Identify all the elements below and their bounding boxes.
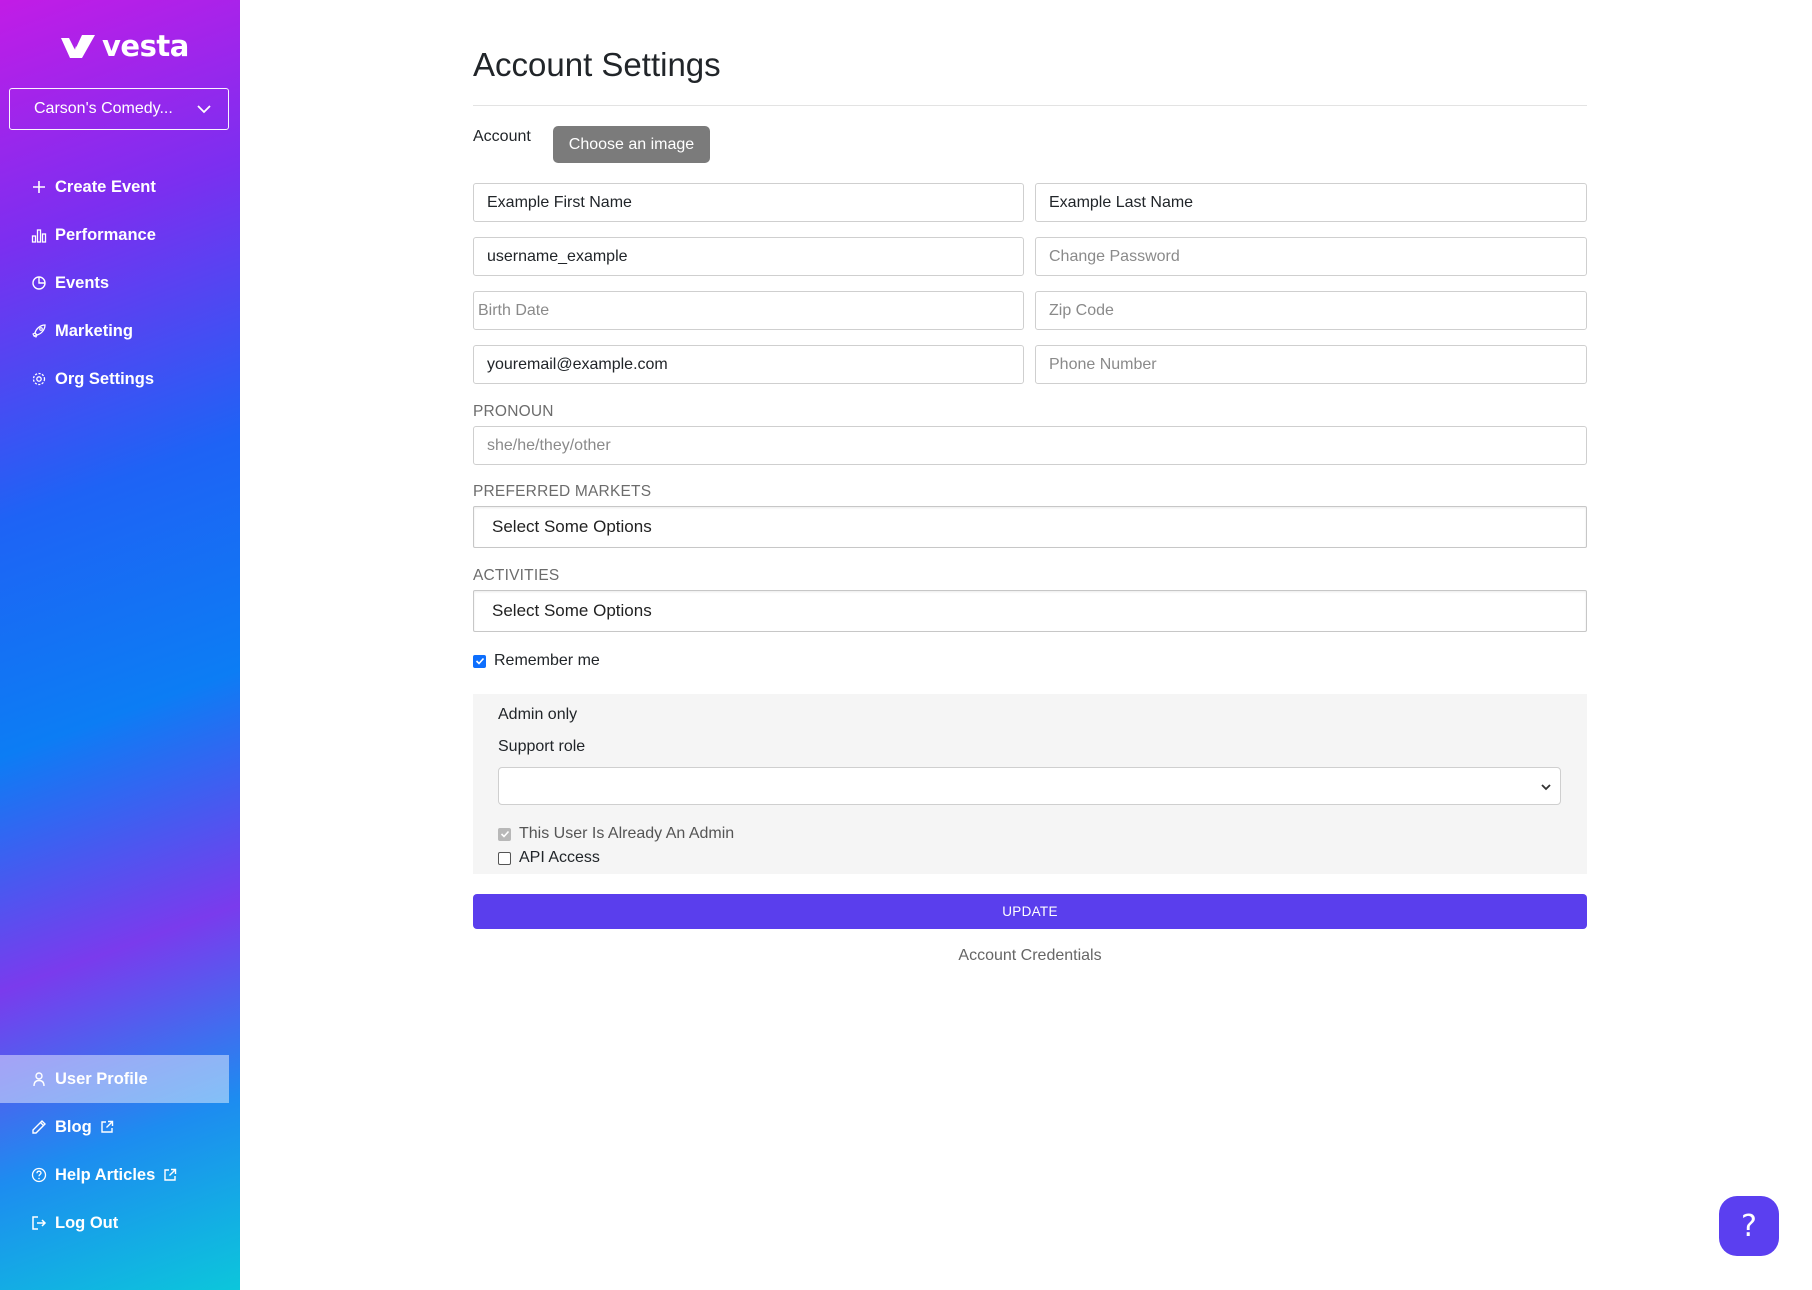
logout-icon bbox=[31, 1215, 47, 1231]
api-access-label: API Access bbox=[519, 849, 600, 866]
org-selector-label: Carson's Comedy... bbox=[34, 100, 173, 117]
sidebar-item-events[interactable]: Events bbox=[0, 259, 240, 307]
page-title: Account Settings bbox=[473, 46, 721, 83]
checkbox-checked-icon bbox=[498, 827, 511, 841]
sidebar-item-label: Create Event bbox=[55, 177, 156, 196]
external-link-icon bbox=[163, 1168, 177, 1182]
chevron-down-icon bbox=[197, 105, 211, 114]
sidebar-item-label: Org Settings bbox=[55, 369, 155, 388]
sidebar-item-label: Events bbox=[55, 273, 110, 292]
sidebar-bottom-nav: User Profile Blog Help Articles Log Out bbox=[0, 1055, 240, 1247]
help-chat-button[interactable]: ? bbox=[1719, 1196, 1779, 1256]
sidebar-item-label: Performance bbox=[55, 225, 156, 244]
activities-select[interactable]: Select Some Options bbox=[473, 590, 1587, 632]
sidebar-item-log-out[interactable]: Log Out bbox=[0, 1199, 240, 1247]
account-label: Account bbox=[473, 128, 531, 145]
sidebar-item-help-articles[interactable]: Help Articles bbox=[0, 1151, 240, 1199]
sidebar-item-label: Help Articles bbox=[55, 1165, 156, 1184]
pronoun-label: PRONOUN bbox=[473, 403, 554, 420]
sidebar-top-nav: Create Event Performance Events Marketin… bbox=[0, 163, 240, 403]
sidebar-item-label: User Profile bbox=[55, 1069, 148, 1088]
update-button[interactable]: UPDATE bbox=[473, 894, 1587, 929]
preferred-markets-label: PREFERRED MARKETS bbox=[473, 483, 652, 500]
remember-me-checkbox[interactable]: Remember me bbox=[473, 652, 600, 670]
support-role-select[interactable] bbox=[498, 767, 1561, 805]
email-field[interactable]: youremail@example.com bbox=[473, 345, 1024, 384]
pronoun-field[interactable]: she/he/they/other bbox=[473, 426, 1587, 465]
preferred-markets-select[interactable]: Select Some Options bbox=[473, 506, 1587, 548]
sidebar-item-label: Log Out bbox=[55, 1213, 119, 1232]
first-name-field[interactable]: Example First Name bbox=[473, 183, 1024, 222]
plus-icon bbox=[31, 179, 47, 195]
sidebar-item-user-profile[interactable]: User Profile bbox=[0, 1055, 229, 1103]
username-field[interactable]: username_example bbox=[473, 237, 1024, 276]
org-selector[interactable]: Carson's Comedy... bbox=[9, 88, 229, 130]
sidebar-item-create-event[interactable]: Create Event bbox=[0, 163, 240, 211]
checkbox-unchecked-icon bbox=[498, 851, 511, 865]
checkbox-checked-icon bbox=[473, 654, 486, 668]
logo-text: vesta bbox=[102, 29, 189, 63]
sidebar-item-label: Marketing bbox=[55, 321, 133, 340]
title-divider bbox=[473, 105, 1587, 106]
choose-image-button[interactable]: Choose an image bbox=[553, 126, 710, 163]
admin-only-title: Admin only bbox=[498, 706, 578, 723]
password-field[interactable]: Change Password bbox=[1035, 237, 1587, 276]
already-admin-label: This User Is Already An Admin bbox=[519, 825, 735, 842]
logo[interactable]: vesta bbox=[60, 26, 189, 66]
activities-label: ACTIVITIES bbox=[473, 567, 560, 584]
support-role-label: Support role bbox=[498, 738, 586, 755]
user-icon bbox=[31, 1071, 47, 1087]
already-admin-checkbox: This User Is Already An Admin bbox=[498, 825, 734, 843]
pen-icon bbox=[31, 1119, 47, 1135]
sidebar-item-org-settings[interactable]: Org Settings bbox=[0, 355, 240, 403]
remember-me-label: Remember me bbox=[494, 652, 600, 669]
chevron-down-icon bbox=[1541, 784, 1551, 791]
question-mark-icon: ? bbox=[1741, 1208, 1757, 1244]
last-name-field[interactable]: Example Last Name bbox=[1035, 183, 1587, 222]
rocket-icon bbox=[31, 323, 47, 339]
api-access-checkbox[interactable]: API Access bbox=[498, 849, 600, 867]
account-credentials-link[interactable]: Account Credentials bbox=[473, 947, 1587, 965]
sidebar: vesta Carson's Comedy... Create Event Pe… bbox=[0, 0, 240, 1290]
pie-chart-icon bbox=[31, 275, 47, 291]
birth-date-field[interactable]: Birth Date bbox=[473, 291, 1024, 330]
external-link-icon bbox=[100, 1120, 114, 1134]
sidebar-item-performance[interactable]: Performance bbox=[0, 211, 240, 259]
sidebar-item-blog[interactable]: Blog bbox=[0, 1103, 240, 1151]
bar-chart-icon bbox=[31, 227, 47, 243]
vesta-logo-icon bbox=[61, 35, 95, 58]
help-circle-icon bbox=[31, 1167, 47, 1183]
zip-code-field[interactable]: Zip Code bbox=[1035, 291, 1587, 330]
gear-icon bbox=[31, 371, 47, 387]
phone-field[interactable]: Phone Number bbox=[1035, 345, 1587, 384]
sidebar-item-marketing[interactable]: Marketing bbox=[0, 307, 240, 355]
sidebar-item-label: Blog bbox=[55, 1117, 92, 1136]
